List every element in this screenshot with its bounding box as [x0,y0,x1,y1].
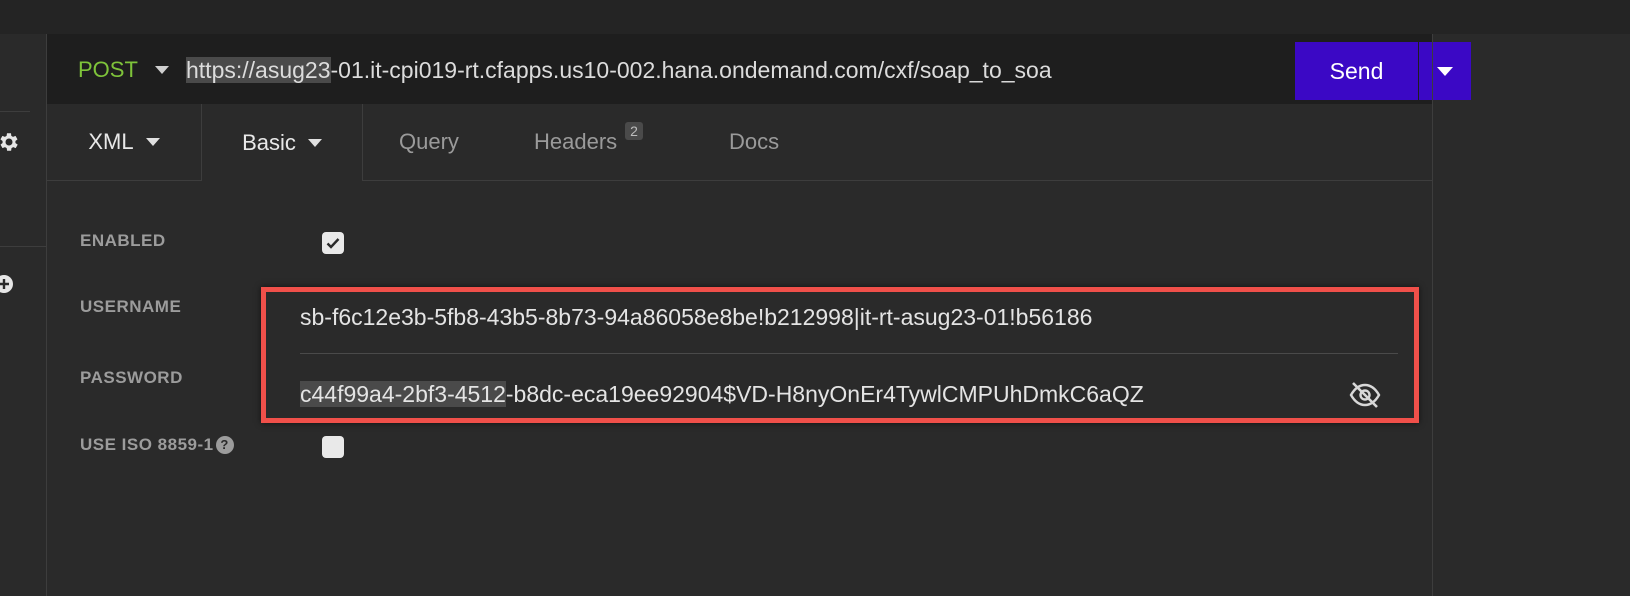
top-bar [0,0,1630,34]
method-selector[interactable]: POST [78,57,138,83]
checkmark-icon [326,238,340,249]
gear-icon[interactable] [0,130,21,154]
tab-headers[interactable]: Headers 2 [534,104,643,180]
tab-label: Basic [242,130,296,155]
url-selected-text: https://asug23 [186,57,331,83]
iso-label: USE ISO 8859-1? [80,435,234,455]
username-label: USERNAME [80,297,182,316]
tab-label: Headers [534,129,618,154]
tab-docs[interactable]: Docs [729,104,779,180]
headers-count-badge: 2 [625,122,643,140]
caret-down-icon[interactable] [155,66,169,74]
annotation-highlight-box [261,287,1419,423]
request-tabs: XML Basic Query Headers 2 Docs [47,104,1433,182]
tab-label: XML [88,129,134,154]
url-text: -01.it-cpi019-rt.cfapps.us10-002.hana.on… [330,57,1052,83]
url-input[interactable]: https://asug23-01.it-cpi019-rt.cfapps.us… [186,55,1268,85]
send-options-button[interactable] [1419,42,1471,100]
tab-body-format[interactable]: XML [47,104,202,180]
enabled-checkbox[interactable] [322,232,344,254]
plus-icon[interactable] [0,274,14,294]
enabled-label: ENABLED [80,231,166,250]
iso-checkbox[interactable] [322,436,344,458]
help-icon[interactable]: ? [215,436,234,454]
url-bar: POST https://asug23-01.it-cpi019-rt.cfap… [47,34,1471,105]
tab-query[interactable]: Query [399,104,459,180]
caret-down-icon [1437,66,1453,76]
iso-label-text: USE ISO 8859-1 [80,435,214,454]
password-label: PASSWORD [80,368,183,387]
caret-down-icon [307,139,322,147]
caret-down-icon [145,138,160,146]
left-sidebar [0,34,47,596]
pane-divider[interactable] [1432,34,1433,596]
tab-auth[interactable]: Basic [202,104,363,182]
sidebar-divider [0,111,30,112]
send-button[interactable]: Send [1295,42,1418,100]
sidebar-divider [0,246,46,247]
